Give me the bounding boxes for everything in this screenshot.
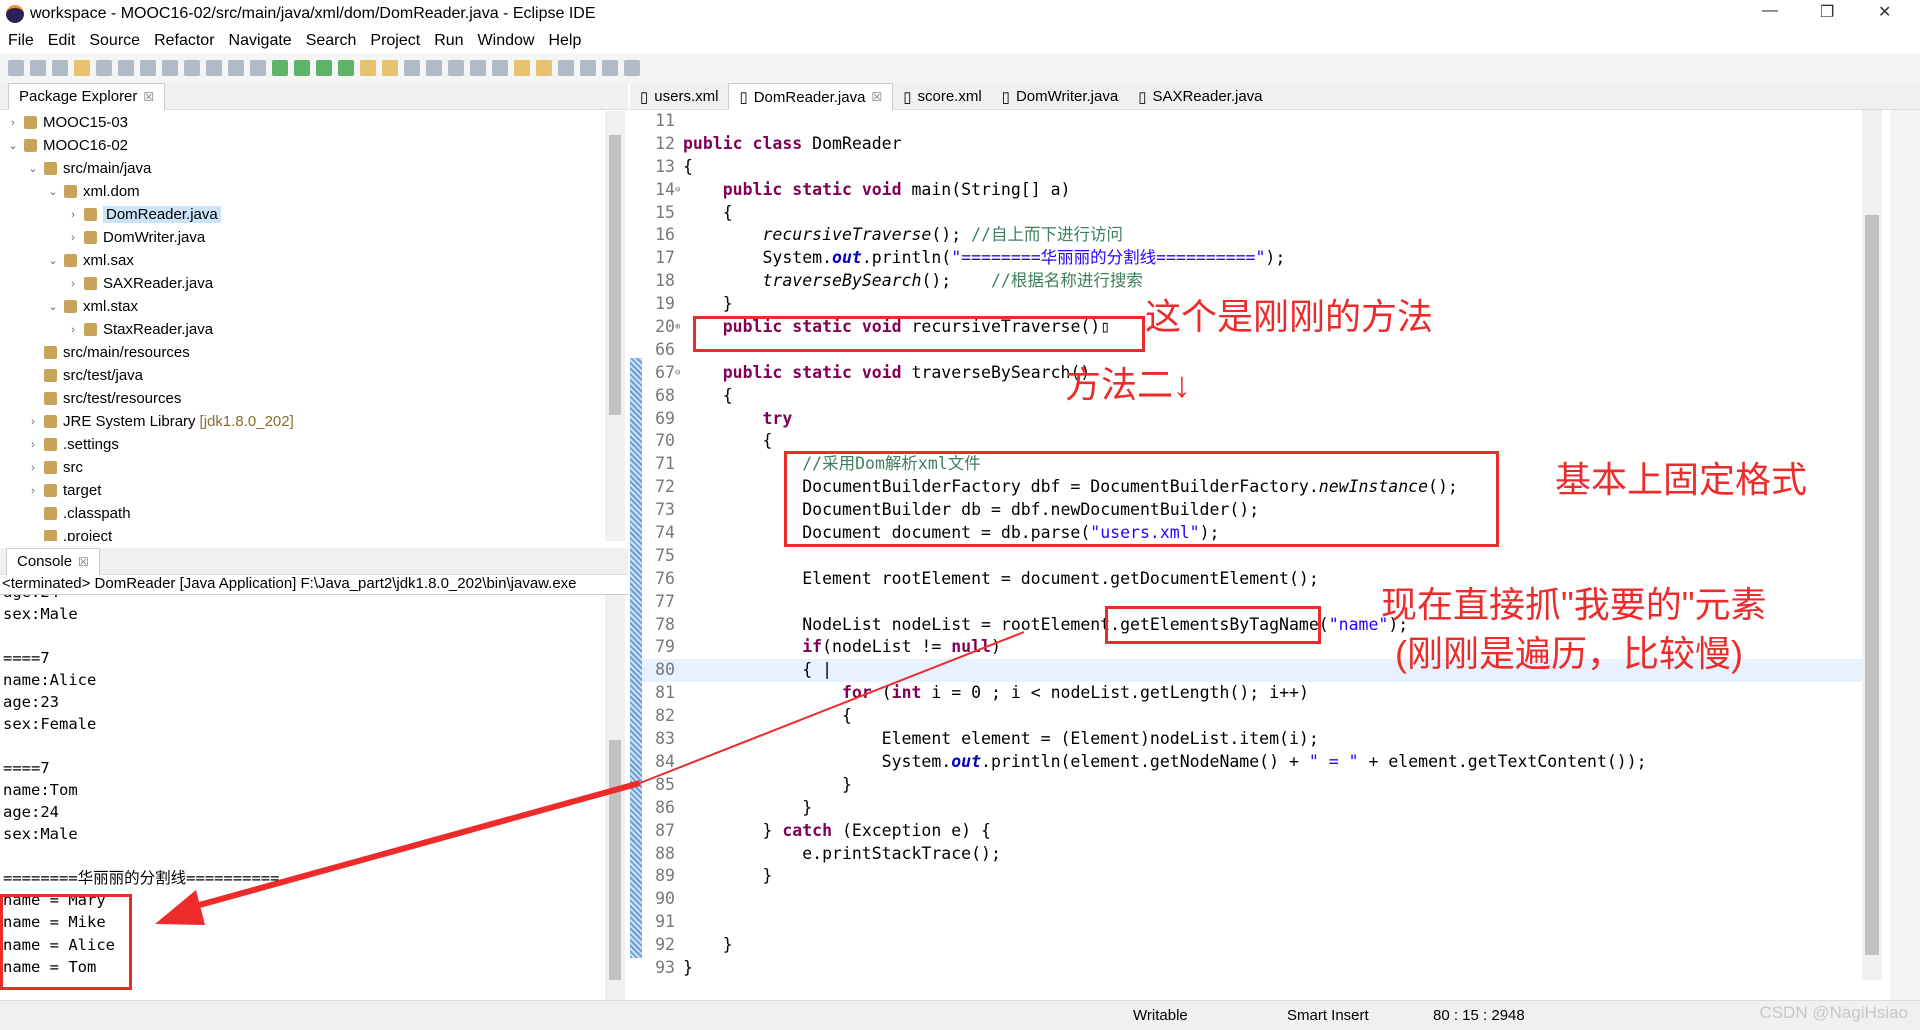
annotation-arrow: [155, 631, 1025, 925]
status-bar: Writable Smart Insert 80 : 15 : 2948: [0, 1000, 1920, 1030]
writable-status: Writable: [1133, 1007, 1188, 1024]
insert-mode-status: Smart Insert: [1287, 1007, 1369, 1024]
watermark: CSDN @NagiHsiao: [1759, 1003, 1908, 1022]
cursor-position: 80 : 15 : 2948: [1433, 1007, 1525, 1024]
